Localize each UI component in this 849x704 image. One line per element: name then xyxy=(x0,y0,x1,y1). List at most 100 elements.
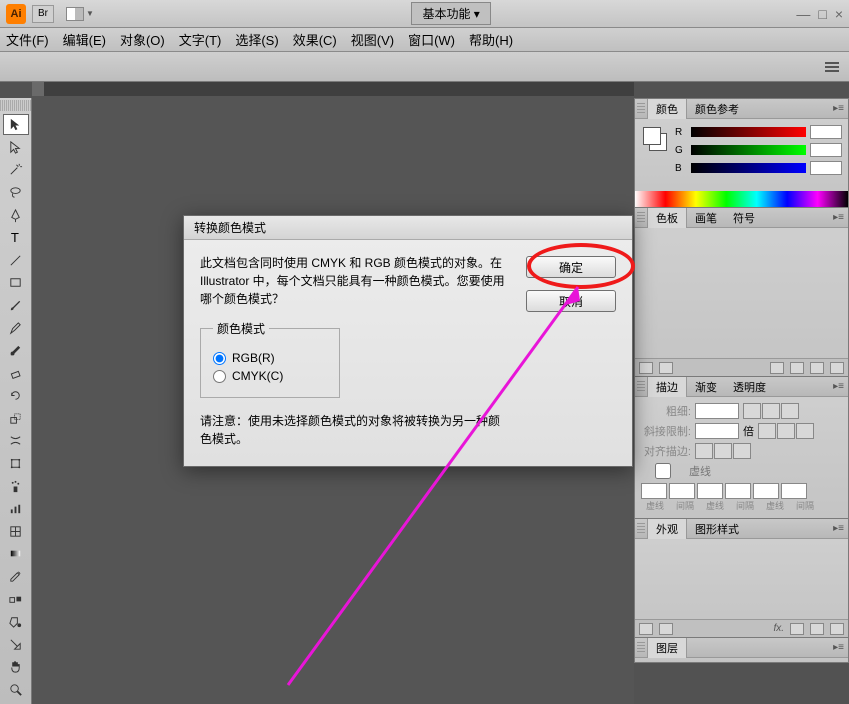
tab-symbols[interactable]: 符号 xyxy=(725,208,763,228)
cap-butt-icon[interactable] xyxy=(743,403,761,419)
join-miter-icon[interactable] xyxy=(758,423,776,439)
fill-stroke-swatch[interactable] xyxy=(641,125,671,155)
blend-tool[interactable] xyxy=(3,589,29,610)
gradient-tool[interactable] xyxy=(3,544,29,565)
panel-grip[interactable] xyxy=(637,381,645,393)
mesh-tool[interactable] xyxy=(3,521,29,542)
paintbrush-tool[interactable] xyxy=(3,295,29,316)
g-slider[interactable] xyxy=(691,145,806,155)
fx-label[interactable]: fx. xyxy=(773,623,784,634)
lasso-tool[interactable] xyxy=(3,182,29,203)
toolbox-grip[interactable] xyxy=(0,100,31,111)
trash-icon[interactable] xyxy=(830,623,844,635)
cap-round-icon[interactable] xyxy=(762,403,780,419)
warp-tool[interactable] xyxy=(3,431,29,452)
eyedropper-tool[interactable] xyxy=(3,566,29,587)
trash-icon[interactable] xyxy=(830,362,844,374)
join-bevel-icon[interactable] xyxy=(796,423,814,439)
free-transform-tool[interactable] xyxy=(3,453,29,474)
b-slider[interactable] xyxy=(691,163,806,173)
close-button[interactable]: × xyxy=(835,6,843,22)
slice-tool[interactable] xyxy=(3,634,29,655)
graph-tool[interactable] xyxy=(3,498,29,519)
direct-selection-tool[interactable] xyxy=(3,137,29,158)
align-center-icon[interactable] xyxy=(695,443,713,459)
swatch-kind-icon[interactable] xyxy=(659,362,673,374)
menu-effect[interactable]: 效果(C) xyxy=(293,30,337,49)
tab-brushes[interactable]: 画笔 xyxy=(687,208,725,228)
swatch-opts-icon[interactable] xyxy=(770,362,784,374)
pencil-tool[interactable] xyxy=(3,318,29,339)
new-group-icon[interactable] xyxy=(790,362,804,374)
menu-view[interactable]: 视图(V) xyxy=(351,30,394,49)
minimize-button[interactable]: — xyxy=(796,6,810,22)
menu-window[interactable]: 窗口(W) xyxy=(408,30,455,49)
hand-tool[interactable] xyxy=(3,657,29,678)
workspace-switcher[interactable]: 基本功能 ▾ xyxy=(411,2,490,25)
dash2-input[interactable] xyxy=(697,483,723,499)
control-strip-menu-icon[interactable] xyxy=(825,62,839,72)
dup-icon[interactable] xyxy=(810,623,824,635)
eraser-tool[interactable] xyxy=(3,363,29,384)
layout-icon[interactable] xyxy=(66,7,84,21)
tab-appearance[interactable]: 外观 xyxy=(647,519,687,539)
scale-tool[interactable] xyxy=(3,408,29,429)
tab-gradient[interactable]: 渐变 xyxy=(687,377,725,397)
live-paint-tool[interactable] xyxy=(3,611,29,632)
dash-checkbox[interactable] xyxy=(641,463,685,479)
gap2-input[interactable] xyxy=(725,483,751,499)
menu-object[interactable]: 对象(O) xyxy=(120,30,165,49)
menu-edit[interactable]: 编辑(E) xyxy=(63,30,106,49)
panel-grip[interactable] xyxy=(637,642,645,654)
dash3-input[interactable] xyxy=(753,483,779,499)
panel-grip[interactable] xyxy=(637,212,645,224)
dash1-input[interactable] xyxy=(641,483,667,499)
layout-dropdown[interactable]: ▼ xyxy=(86,9,94,18)
rgb-radio[interactable] xyxy=(213,352,226,365)
zoom-tool[interactable] xyxy=(3,679,29,700)
r-input[interactable] xyxy=(810,125,842,139)
gap3-input[interactable] xyxy=(781,483,807,499)
line-tool[interactable] xyxy=(3,250,29,271)
cmyk-radio[interactable] xyxy=(213,370,226,383)
panel-grip[interactable] xyxy=(637,523,645,535)
cancel-button[interactable]: 取消 xyxy=(526,290,616,312)
rotate-tool[interactable] xyxy=(3,386,29,407)
new-fill-icon[interactable] xyxy=(659,623,673,635)
weight-input[interactable] xyxy=(695,403,739,419)
rectangle-tool[interactable] xyxy=(3,273,29,294)
gap1-input[interactable] xyxy=(669,483,695,499)
menu-file[interactable]: 文件(F) xyxy=(6,30,49,49)
bridge-button[interactable]: Br xyxy=(32,5,54,23)
align-outside-icon[interactable] xyxy=(733,443,751,459)
panel-menu-icon[interactable]: ▸≡ xyxy=(833,103,844,114)
swatch-lib-icon[interactable] xyxy=(639,362,653,374)
color-spectrum[interactable] xyxy=(635,191,848,207)
tab-swatches[interactable]: 色板 xyxy=(647,208,687,228)
pen-tool[interactable] xyxy=(3,205,29,226)
magic-wand-tool[interactable] xyxy=(3,160,29,181)
type-tool[interactable]: T xyxy=(3,227,29,248)
g-input[interactable] xyxy=(810,143,842,157)
join-round-icon[interactable] xyxy=(777,423,795,439)
panel-menu-icon[interactable]: ▸≡ xyxy=(833,523,844,534)
tab-transparency[interactable]: 透明度 xyxy=(725,377,774,397)
tab-layers[interactable]: 图层 xyxy=(647,638,687,658)
miter-input[interactable] xyxy=(695,423,739,439)
selection-tool[interactable] xyxy=(3,114,29,135)
cap-square-icon[interactable] xyxy=(781,403,799,419)
symbol-sprayer-tool[interactable] xyxy=(3,476,29,497)
ok-button[interactable]: 确定 xyxy=(526,256,616,278)
panel-grip[interactable] xyxy=(637,103,645,115)
new-stroke-icon[interactable] xyxy=(639,623,653,635)
menu-type[interactable]: 文字(T) xyxy=(179,30,222,49)
panel-menu-icon[interactable]: ▸≡ xyxy=(833,642,844,653)
maximize-button[interactable]: □ xyxy=(818,6,826,22)
b-input[interactable] xyxy=(810,161,842,175)
clear-icon[interactable] xyxy=(790,623,804,635)
tab-color[interactable]: 颜色 xyxy=(647,99,687,119)
tab-color-guide[interactable]: 颜色参考 xyxy=(687,99,747,119)
blob-brush-tool[interactable] xyxy=(3,340,29,361)
panel-menu-icon[interactable]: ▸≡ xyxy=(833,381,844,392)
menu-help[interactable]: 帮助(H) xyxy=(469,30,513,49)
